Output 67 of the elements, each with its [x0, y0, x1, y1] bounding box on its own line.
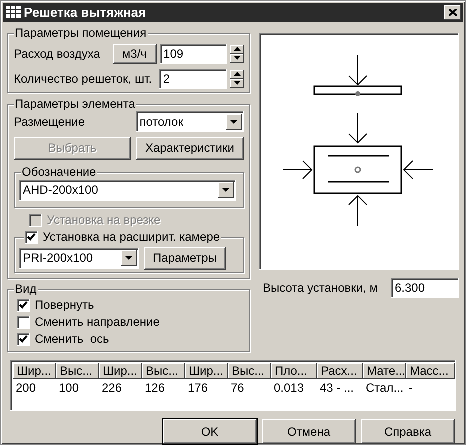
- column-header[interactable]: Выс...: [142, 362, 185, 379]
- input-field[interactable]: 2: [159, 68, 227, 89]
- table-cell-text: 43 - ...: [319, 380, 356, 397]
- arrow: [348, 195, 368, 226]
- column-header[interactable]: Пло...: [271, 362, 317, 379]
- dropdown-arrow-icon: [222, 188, 230, 192]
- checkbox-label: Сменить ось: [35, 332, 110, 346]
- checkbox[interactable]: [25, 230, 38, 244]
- checkbox-label: Установка на расширит. камере: [43, 230, 220, 244]
- column-header[interactable]: Мате...: [363, 362, 406, 379]
- checkbox[interactable]: [17, 332, 30, 346]
- column-header[interactable]: Шир...: [13, 362, 56, 379]
- table-cell-text: 200: [15, 380, 38, 397]
- dropdown-arrow-icon: [125, 256, 133, 260]
- checkbox[interactable]: [17, 316, 30, 329]
- field-label: Высота установки, м: [263, 280, 378, 295]
- dropdown[interactable]: потолок: [136, 111, 244, 132]
- dialog-button[interactable]: Справка: [361, 419, 455, 444]
- column-header[interactable]: Шир...: [99, 362, 142, 379]
- arrow: [403, 160, 434, 180]
- group-title: Вид: [14, 282, 38, 296]
- table-cell-text: -: [408, 380, 414, 397]
- spin-up-button[interactable]: [230, 44, 244, 54]
- dropdown[interactable]: PRI-200x100: [19, 248, 139, 269]
- table-icon: [6, 6, 21, 18]
- dropdown[interactable]: AHD-200x100: [19, 180, 236, 201]
- arrow: [282, 160, 313, 180]
- up-arrow-icon: [234, 47, 240, 52]
- close-button[interactable]: [444, 4, 461, 20]
- arrow: [348, 54, 368, 86]
- table-cell-text: 126: [144, 380, 166, 397]
- column-header[interactable]: Шир...: [185, 362, 228, 379]
- table-cell-text: 176: [187, 380, 210, 397]
- column-header[interactable]: Масс...: [406, 362, 455, 379]
- unit-button[interactable]: м3/ч: [112, 44, 157, 64]
- window-title: Решетка вытяжная: [24, 4, 148, 20]
- table-cell-text: 100: [58, 380, 80, 397]
- action-button[interactable]: Характеристики: [136, 136, 244, 160]
- checkbox-label: Сменить направление: [35, 315, 160, 330]
- down-arrow-icon: [234, 56, 240, 60]
- checkbox-label: Повернуть: [35, 298, 94, 312]
- down-arrow-icon: [234, 81, 240, 86]
- input-field[interactable]: 6.300: [391, 278, 459, 298]
- dialog-button[interactable]: Отмена: [262, 419, 356, 444]
- dialog-button[interactable]: OK: [163, 419, 257, 444]
- group-title: Параметры элемента: [14, 96, 136, 111]
- field-label: Количество решеток, шт.: [14, 72, 154, 86]
- parameters-button[interactable]: Параметры: [144, 246, 226, 270]
- table-cell-text: 0.013: [273, 380, 306, 397]
- arrow: [348, 112, 368, 144]
- column-header[interactable]: Выс...: [56, 362, 99, 379]
- checkbox-label: Установка на врезке: [47, 213, 161, 228]
- spin-up-button[interactable]: [230, 70, 244, 79]
- column-header[interactable]: Выс...: [228, 362, 271, 379]
- table-cell-text: 226: [101, 380, 124, 397]
- dropdown-arrow-icon: [230, 120, 238, 124]
- input-field[interactable]: 109: [160, 44, 227, 64]
- up-arrow-icon: [234, 72, 240, 76]
- close-icon: [448, 8, 456, 16]
- field-label: Размещение: [14, 114, 86, 129]
- field-label: Расход воздуха: [14, 46, 102, 61]
- checkbox[interactable]: [17, 298, 30, 312]
- table-cell-text: 76: [230, 380, 246, 397]
- table-cell-text: Стал...: [365, 380, 405, 397]
- group-title: Параметры помещения: [14, 26, 148, 40]
- group-title: Обозначение: [21, 164, 98, 179]
- column-header[interactable]: Расх...: [317, 362, 363, 379]
